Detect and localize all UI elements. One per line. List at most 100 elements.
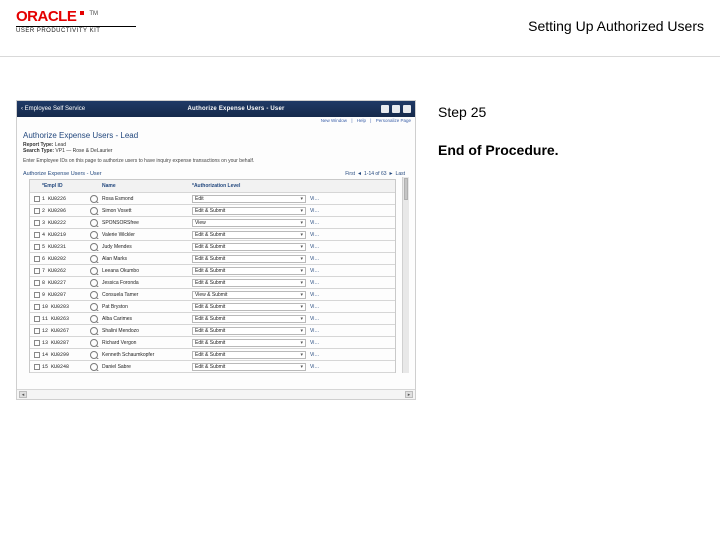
view-link[interactable]: View [308, 244, 322, 250]
col-emplid[interactable]: *Empl ID [40, 183, 86, 189]
cell-name: Alan Marks [100, 256, 190, 262]
instruction-text: Enter Employee IDs on this page to autho… [17, 154, 415, 168]
chevron-down-icon: ▾ [300, 316, 303, 322]
auth-level-select[interactable]: Edit & Submit▾ [192, 243, 306, 251]
view-link[interactable]: View [308, 232, 322, 238]
tools-icon[interactable] [403, 105, 411, 113]
table-row: 10 KU0203Pat BrystonEdit & Submit▾View [30, 301, 395, 313]
auth-level-select[interactable]: Edit & Submit▾ [192, 207, 306, 215]
header-divider [0, 56, 720, 57]
grid-first[interactable]: First [345, 171, 355, 177]
grid-nav: First ◂ 1-14 of 63 ▸ Last [345, 170, 405, 177]
auth-level-select[interactable]: Edit & Submit▾ [192, 303, 306, 311]
brand-name: ORACLE [16, 8, 76, 25]
chevron-down-icon: ▾ [300, 340, 303, 346]
lookup-icon[interactable] [90, 351, 98, 359]
view-link[interactable]: View [308, 304, 322, 310]
cell-name: Leeana Okumbo [100, 268, 190, 274]
view-link[interactable]: View [308, 208, 322, 214]
grid-prev-icon[interactable]: ◂ [358, 170, 361, 177]
titlebar-icons [381, 105, 411, 113]
auth-level-select[interactable]: Edit▾ [192, 195, 306, 203]
link-personalize[interactable]: Personalize Page [376, 118, 411, 123]
scrollbar-thumb[interactable] [404, 178, 408, 200]
cell-emplid: 15 KU0248 [40, 364, 86, 370]
cell-emplid: 1 KU0226 [40, 196, 86, 202]
back-link[interactable]: ‹ Employee Self Service [21, 106, 85, 112]
view-link[interactable]: View [308, 364, 322, 370]
chevron-down-icon: ▾ [300, 232, 303, 238]
cell-name: Richard Vergon [100, 340, 190, 346]
lookup-icon[interactable] [90, 255, 98, 263]
view-link[interactable]: View [308, 328, 322, 334]
link-new-window[interactable]: New Window [321, 118, 347, 123]
chevron-down-icon: ▾ [300, 220, 303, 226]
auth-level-select[interactable]: Edit & Submit▾ [192, 339, 306, 347]
lookup-icon[interactable] [90, 195, 98, 203]
grid: *Empl ID Name *Authorization Level 1 KU0… [29, 179, 396, 373]
scroll-left-icon[interactable]: ◂ [19, 391, 27, 398]
auth-level-select[interactable]: Edit & Submit▾ [192, 279, 306, 287]
cell-name: Alba Carimes [100, 316, 190, 322]
auth-level-select[interactable]: Edit & Submit▾ [192, 351, 306, 359]
lookup-icon[interactable] [90, 303, 98, 311]
grid-next-icon[interactable]: ▸ [390, 170, 393, 177]
cell-emplid: 3 KU0222 [40, 220, 86, 226]
view-link[interactable]: View [308, 256, 322, 262]
lookup-icon[interactable] [90, 291, 98, 299]
cell-emplid: 11 KU0263 [40, 316, 86, 322]
cell-emplid: 9 KU0207 [40, 292, 86, 298]
auth-level-select[interactable]: Edit & Submit▾ [192, 255, 306, 263]
scroll-right-icon[interactable]: ▸ [405, 391, 413, 398]
lookup-icon[interactable] [90, 279, 98, 287]
auth-level-select[interactable]: Edit & Submit▾ [192, 315, 306, 323]
view-link[interactable]: View [308, 352, 322, 358]
table-row: 6 KU0202Alan MarksEdit & Submit▾View [30, 253, 395, 265]
table-row: 4 KU0219Valerie WicklerEdit & Submit▾Vie… [30, 229, 395, 241]
lookup-icon[interactable] [90, 243, 98, 251]
nav-icon[interactable] [392, 105, 400, 113]
lookup-icon[interactable] [90, 207, 98, 215]
view-link[interactable]: View [308, 340, 322, 346]
grid-scrollbar[interactable] [402, 177, 409, 373]
auth-level-select[interactable]: Edit & Submit▾ [192, 231, 306, 239]
col-name[interactable]: Name [100, 183, 190, 189]
grid-last[interactable]: Last [396, 171, 405, 177]
table-row: 14 KU0299Kenneth SchaumkopferEdit & Subm… [30, 349, 395, 361]
lookup-icon[interactable] [90, 315, 98, 323]
chevron-down-icon: ▾ [300, 364, 303, 370]
lookup-icon[interactable] [90, 267, 98, 275]
cell-emplid: 2 KU0206 [40, 208, 86, 214]
view-link[interactable]: View [308, 268, 322, 274]
chevron-down-icon: ▾ [300, 256, 303, 262]
lookup-icon[interactable] [90, 339, 98, 347]
view-link[interactable]: View [308, 316, 322, 322]
doc-header: ORACLE TM USER PRODUCTIVITY KIT Setting … [16, 8, 704, 58]
bottom-scrollbar: ◂ ▸ [17, 389, 415, 399]
auth-level-select[interactable]: Edit & Submit▾ [192, 267, 306, 275]
link-help[interactable]: Help [357, 118, 366, 123]
home-icon[interactable] [381, 105, 389, 113]
auth-level-select[interactable]: Edit & Submit▾ [192, 363, 306, 371]
lookup-icon[interactable] [90, 231, 98, 239]
grid-range: 1-14 of 63 [364, 171, 387, 177]
table-row: 2 KU0206Simon VosettEdit & Submit▾View [30, 205, 395, 217]
table-row: 8 KU0227Jessica ForondaEdit & Submit▾Vie… [30, 277, 395, 289]
chevron-down-icon: ▾ [300, 268, 303, 274]
lookup-icon[interactable] [90, 219, 98, 227]
col-auth[interactable]: *Authorization Level [190, 183, 308, 189]
lookup-icon[interactable] [90, 363, 98, 371]
auth-level-select[interactable]: Edit & Submit▾ [192, 327, 306, 335]
brand-dot-icon [80, 11, 84, 15]
end-of-procedure: End of Procedure. [438, 142, 559, 158]
view-link[interactable]: View [308, 280, 322, 286]
view-link[interactable]: View [308, 196, 322, 202]
chevron-down-icon: ▾ [300, 328, 303, 334]
lookup-icon[interactable] [90, 327, 98, 335]
cell-name: Daniel Sabre [100, 364, 190, 370]
cell-emplid: 7 KU0262 [40, 268, 86, 274]
auth-level-select[interactable]: View▾ [192, 219, 306, 227]
auth-level-select[interactable]: View & Submit▾ [192, 291, 306, 299]
view-link[interactable]: View [308, 292, 322, 298]
view-link[interactable]: View [308, 220, 322, 226]
